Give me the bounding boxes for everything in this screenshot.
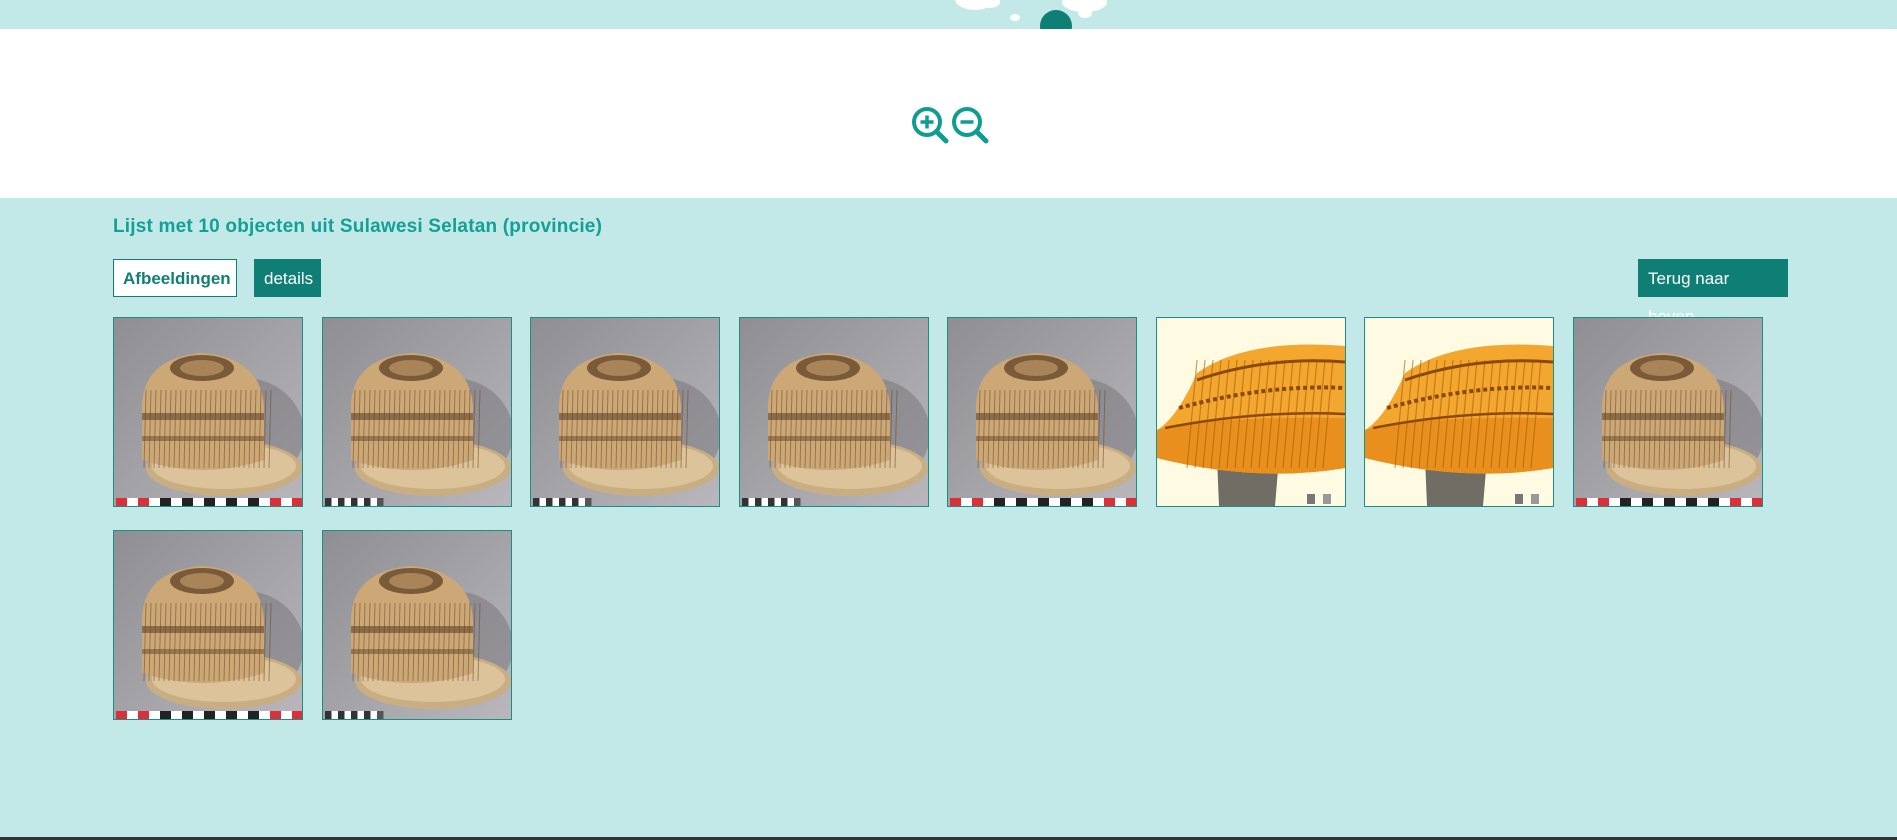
object-image	[531, 318, 719, 506]
object-image	[948, 318, 1136, 506]
object-thumbnail[interactable]	[1156, 317, 1346, 507]
object-thumbnail[interactable]	[322, 530, 512, 720]
object-thumbnail[interactable]	[322, 317, 512, 507]
map-landmass	[1010, 14, 1020, 21]
map-strip	[0, 0, 1897, 29]
object-image	[323, 531, 511, 719]
object-thumbnail[interactable]	[1364, 317, 1554, 507]
back-to-top-button[interactable]: Terug naar boven	[1638, 259, 1788, 326]
object-image	[1365, 318, 1553, 506]
list-title: Lijst met 10 objecten uit Sulawesi Selat…	[113, 216, 603, 237]
zoom-in-icon[interactable]	[910, 105, 950, 145]
map-landmass	[1078, 8, 1092, 18]
object-thumbnail[interactable]	[739, 317, 929, 507]
object-thumbnail[interactable]	[1573, 317, 1763, 507]
details-view-button[interactable]: details	[254, 259, 321, 297]
zoom-out-icon[interactable]	[950, 105, 990, 145]
map-location-marker[interactable]	[1040, 10, 1072, 29]
object-image	[1157, 318, 1345, 506]
object-image	[323, 318, 511, 506]
images-view-button[interactable]: Afbeeldingen	[113, 259, 237, 297]
object-image	[114, 531, 302, 719]
object-thumbnail[interactable]	[947, 317, 1137, 507]
results-section: Lijst met 10 objecten uit Sulawesi Selat…	[0, 198, 1897, 838]
object-image	[1574, 318, 1762, 506]
object-image	[740, 318, 928, 506]
object-image	[114, 318, 302, 506]
object-thumbnail[interactable]	[113, 317, 303, 507]
object-thumbnail[interactable]	[113, 530, 303, 720]
object-thumbnail[interactable]	[530, 317, 720, 507]
map-landmass	[980, 0, 1000, 8]
